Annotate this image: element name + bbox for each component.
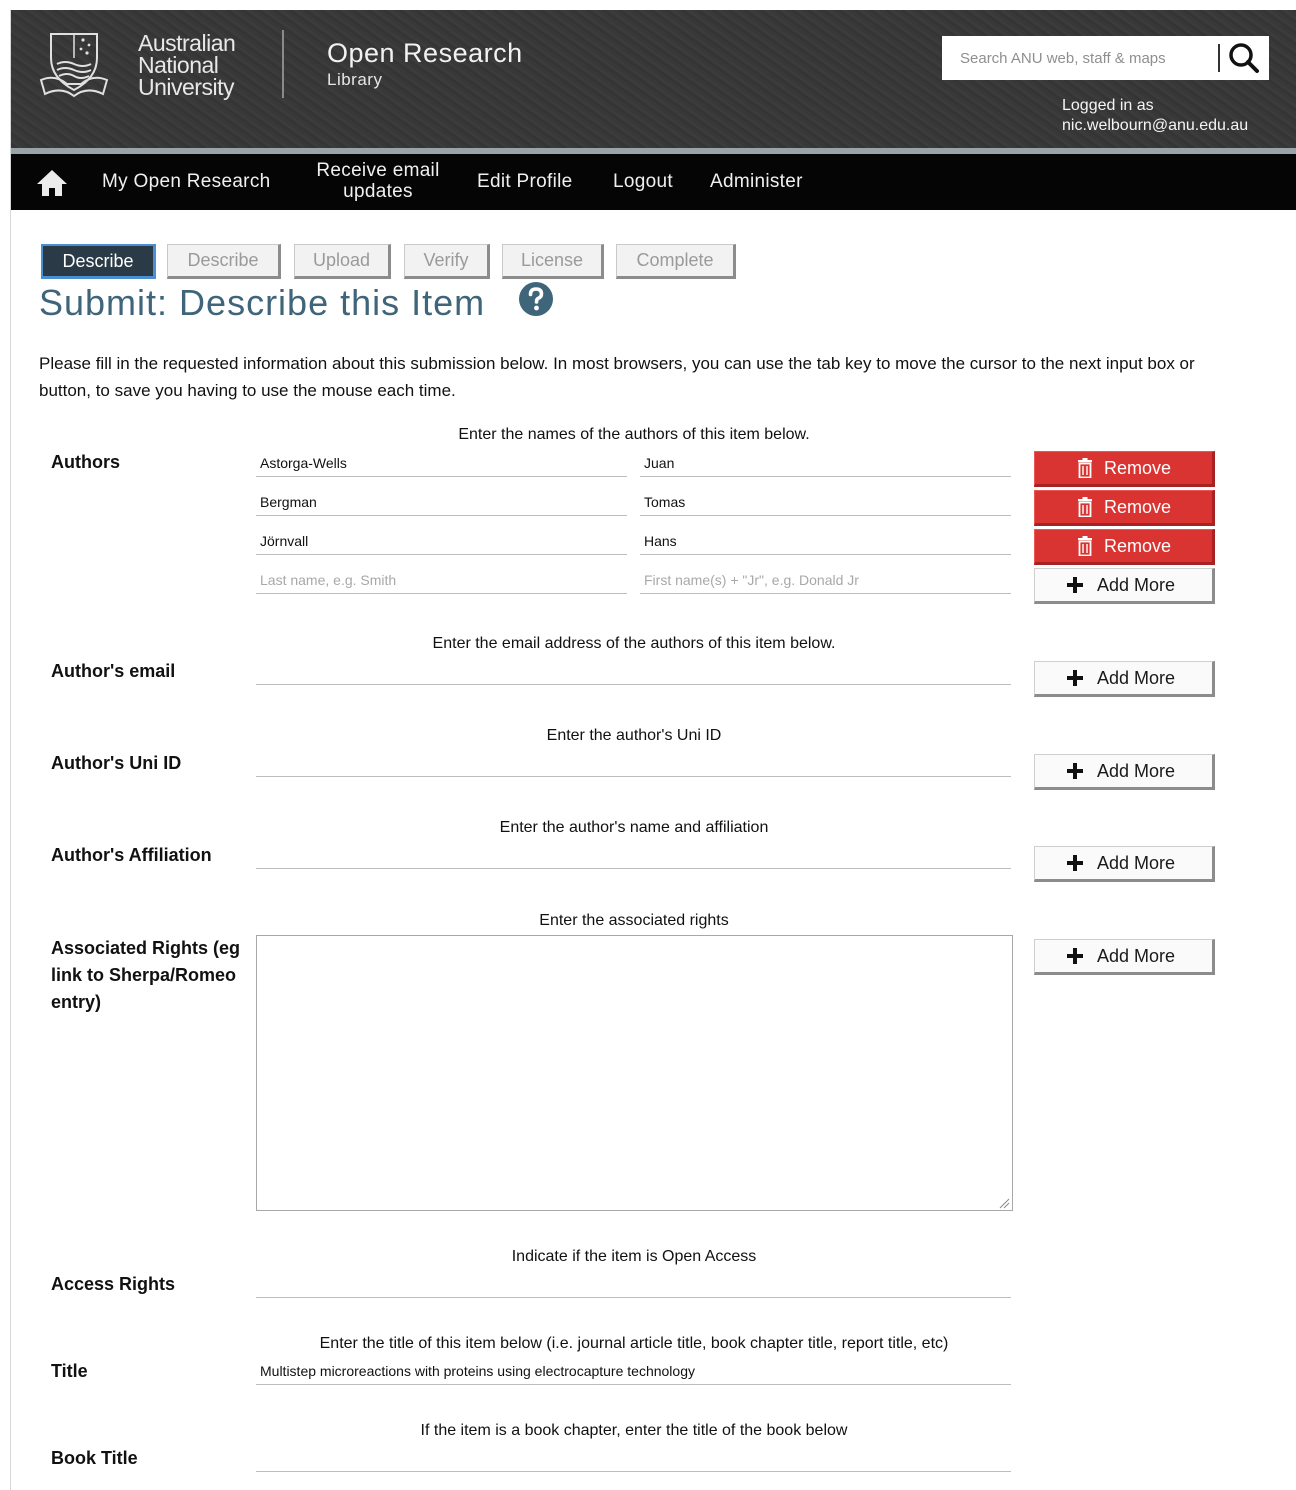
access-label: Access Rights <box>51 1274 176 1294</box>
button-label: Add More <box>1097 853 1176 873</box>
tab-verify[interactable]: Verify <box>404 244 490 279</box>
add-uni-id-button[interactable]: Add More <box>1034 754 1215 790</box>
tab-license[interactable]: License <box>502 244 604 279</box>
resize-grip-icon[interactable] <box>998 1197 1010 1209</box>
site-header: Australian National University Open Rese… <box>11 10 1296 148</box>
tab-describe-2[interactable]: Describe <box>167 244 281 279</box>
remove-author-button[interactable]: Remove <box>1034 529 1215 565</box>
nav-logout[interactable]: Logout <box>613 171 673 192</box>
header-divider <box>282 30 284 98</box>
author-first-name-field[interactable] <box>640 489 1011 516</box>
plus-icon <box>1067 577 1083 593</box>
university-name-line: Australian <box>138 30 236 56</box>
main-nav: My Open Research Receive email updates E… <box>11 154 1296 210</box>
nav-receive-email-updates[interactable]: Receive email updates <box>310 160 446 202</box>
book-title-label: Book Title <box>51 1448 138 1468</box>
login-status: Logged in as nic.welbourn@anu.edu.au <box>1062 96 1248 136</box>
nav-item-label: Receive email <box>316 160 440 181</box>
button-label: Add More <box>1097 575 1176 595</box>
author-first-name-field[interactable] <box>640 528 1011 555</box>
button-label: Add More <box>1097 761 1176 781</box>
add-author-button[interactable]: Add More <box>1034 568 1215 604</box>
authors-label: Authors <box>51 452 120 472</box>
title-field[interactable] <box>256 1358 1011 1385</box>
trash-icon <box>1078 497 1092 517</box>
plus-icon <box>1067 763 1083 779</box>
trash-icon <box>1078 458 1092 478</box>
nav-edit-profile[interactable]: Edit Profile <box>477 171 572 192</box>
tab-complete[interactable]: Complete <box>616 244 736 279</box>
author-first-name-field[interactable] <box>640 567 1011 594</box>
rights-hint: Enter the associated rights <box>539 912 729 929</box>
author-last-name-field[interactable] <box>256 489 627 516</box>
search-icon[interactable] <box>1226 40 1262 76</box>
page-title: Submit: Describe this Item <box>39 282 486 323</box>
authors-hint: Enter the names of the authors of this i… <box>458 426 810 443</box>
title-hint: Enter the title of this item below (i.e.… <box>319 1335 949 1352</box>
access-hint: Indicate if the item is Open Access <box>511 1248 757 1265</box>
button-label: Add More <box>1097 946 1176 966</box>
associated-rights-textarea[interactable] <box>256 935 1013 1211</box>
search-box <box>942 36 1269 80</box>
plus-icon <box>1067 948 1083 964</box>
remove-author-button[interactable]: Remove <box>1034 451 1215 487</box>
plus-icon <box>1067 855 1083 871</box>
book-title-field[interactable] <box>256 1445 1011 1472</box>
button-label: Remove <box>1104 497 1172 517</box>
uni-id-hint: Enter the author's Uni ID <box>546 727 722 744</box>
author-first-name-field[interactable] <box>640 450 1011 477</box>
tab-upload[interactable]: Upload <box>294 244 391 279</box>
book-title-hint: If the item is a book chapter, enter the… <box>420 1422 848 1439</box>
tab-describe-1[interactable]: Describe <box>41 244 156 279</box>
rights-label: Associated Rights (eg link to Sherpa/Rom… <box>51 938 241 1012</box>
author-uni-id-field[interactable] <box>256 750 1011 777</box>
button-label: Add More <box>1097 668 1176 688</box>
uni-id-label: Author's Uni ID <box>51 753 182 773</box>
home-icon[interactable] <box>35 168 69 198</box>
nav-my-open-research[interactable]: My Open Research <box>102 171 270 192</box>
university-name: Australian National University <box>138 30 236 100</box>
button-label: Remove <box>1104 458 1172 478</box>
add-email-button[interactable]: Add More <box>1034 661 1215 697</box>
add-affiliation-button[interactable]: Add More <box>1034 846 1215 882</box>
trash-icon <box>1078 536 1092 556</box>
author-email-field[interactable] <box>256 658 1011 685</box>
button-label: Remove <box>1104 536 1172 556</box>
site-subtitle: Library <box>327 70 383 89</box>
email-hint: Enter the email address of the authors o… <box>432 635 836 652</box>
site-title[interactable]: Open Research <box>327 38 523 69</box>
search-separator <box>1218 44 1220 72</box>
author-last-name-field[interactable] <box>256 528 627 555</box>
nav-item-label: updates <box>343 181 413 202</box>
access-rights-field[interactable] <box>256 1271 1011 1298</box>
author-affiliation-field[interactable] <box>256 842 1011 869</box>
plus-icon <box>1067 670 1083 686</box>
author-last-name-field[interactable] <box>256 567 627 594</box>
title-label: Title <box>51 1361 88 1381</box>
university-name-line: National <box>138 52 219 78</box>
email-label: Author's email <box>51 661 176 681</box>
author-last-name-field[interactable] <box>256 450 627 477</box>
affiliation-hint: Enter the author's name and affiliation <box>499 819 769 836</box>
anu-crest-icon[interactable] <box>37 28 111 102</box>
page: Australian National University Open Rese… <box>10 10 1296 1490</box>
help-icon[interactable] <box>518 281 554 317</box>
intro-text: Please fill in the requested information… <box>39 354 1195 400</box>
university-name-line: University <box>138 74 234 100</box>
remove-author-button[interactable]: Remove <box>1034 490 1215 526</box>
add-rights-button[interactable]: Add More <box>1034 939 1215 975</box>
affiliation-label: Author's Affiliation <box>51 845 212 865</box>
logged-in-user: nic.welbourn@anu.edu.au <box>1062 117 1249 134</box>
search-input[interactable] <box>942 36 1214 80</box>
logged-in-label: Logged in as <box>1062 97 1154 114</box>
nav-administer[interactable]: Administer <box>710 171 803 192</box>
